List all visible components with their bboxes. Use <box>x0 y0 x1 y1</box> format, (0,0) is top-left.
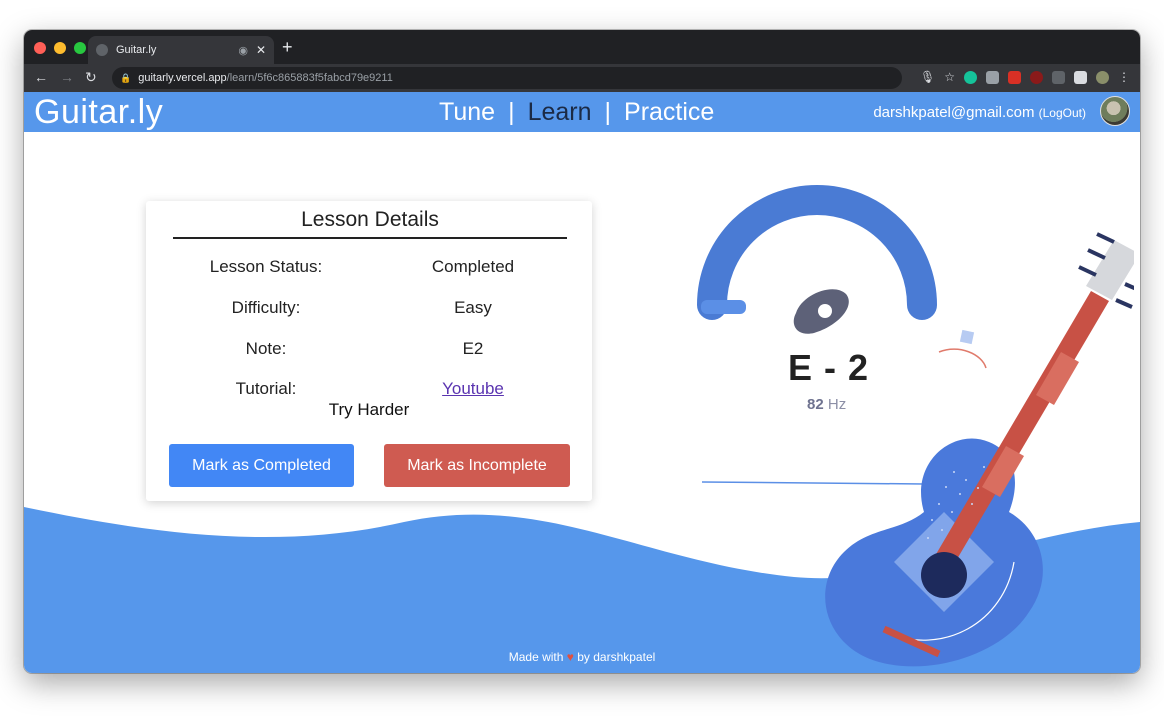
decor-square <box>959 329 975 345</box>
pick-hole-icon <box>818 304 832 318</box>
logout-link[interactable]: (LogOut) <box>1039 106 1086 120</box>
row-label: Difficulty: <box>231 298 301 317</box>
nav-practice[interactable]: Practice <box>624 97 714 127</box>
mark-incomplete-button[interactable]: Mark as Incomplete <box>384 444 570 487</box>
tp-extension-icon[interactable] <box>1008 71 1021 84</box>
footer-prefix: Made with <box>508 650 564 664</box>
avatar[interactable] <box>1100 96 1130 126</box>
card-title: Lesson Details <box>173 208 567 239</box>
row-label: Note: <box>245 339 287 358</box>
tuning-peg <box>1115 298 1133 309</box>
nav-divider: | <box>604 98 612 126</box>
tuner-note: E - 2 <box>788 347 870 388</box>
youtube-link[interactable]: Youtube <box>368 379 578 399</box>
browser-toolbar: ← → ↻ 🔒 guitarly.vercel.app/learn/5f6c86… <box>24 64 1140 92</box>
tab-strip: Guitar.ly ◉ ✕ + <box>24 30 1140 64</box>
menu-icon[interactable]: ⋮ <box>1118 71 1130 84</box>
brand-logo[interactable]: Guitar.ly <box>34 93 163 131</box>
nav-tune[interactable]: Tune <box>439 97 495 127</box>
url-path: /learn/5f6c865883f5fabcd79e9211 <box>226 72 393 84</box>
tuning-peg <box>1078 265 1097 277</box>
new-tab-button[interactable]: + <box>282 36 293 58</box>
verdict-text: Try Harder <box>328 400 410 419</box>
maximize-window-button[interactable] <box>74 42 86 54</box>
tuning-peg <box>1124 282 1134 291</box>
url-host: guitarly.vercel.app <box>138 72 227 84</box>
browser-tab[interactable]: Guitar.ly ◉ ✕ <box>88 36 274 64</box>
tuner-gauge-arc <box>697 185 937 320</box>
tuning-peg <box>1096 232 1115 244</box>
user-info: darshkpatel@gmail.com (LogOut) <box>873 104 1086 121</box>
extension-icons: 🎙 ☆ ⋮ <box>920 71 1130 84</box>
nav-learn[interactable]: Learn <box>528 97 592 127</box>
reload-icon[interactable]: ↻ <box>85 68 97 86</box>
string-line <box>701 481 925 485</box>
footer-suffix: by darshkpatel <box>577 650 656 664</box>
lesson-details-card: Lesson Details Lesson Status: Completed … <box>146 201 592 501</box>
nav-divider: | <box>508 98 515 126</box>
tab-title: Guitar.ly <box>116 44 157 56</box>
guitar-headstock <box>1086 240 1134 300</box>
tuner-illustration <box>697 185 1134 667</box>
favicon-icon <box>96 44 108 56</box>
row-value: Easy <box>454 298 492 317</box>
tuning-peg <box>1087 248 1106 260</box>
frequency-value: 82 <box>807 396 824 413</box>
row-value: E2 <box>462 339 484 358</box>
extension-box-icon[interactable] <box>986 71 999 84</box>
page: Guitar.ly Tune | Learn | Practice darshk… <box>24 92 1140 673</box>
back-icon[interactable]: ← <box>34 68 48 86</box>
heart-icon: ♥ <box>566 650 574 664</box>
browser-window: Guitar.ly ◉ ✕ + ← → ↻ 🔒 guitarly.vercel.… <box>24 30 1140 673</box>
footer: Made with ♥ by darshkpatel <box>24 650 1140 664</box>
puzzle-icon[interactable] <box>1074 71 1087 84</box>
lock-icon: 🔒 <box>120 72 132 83</box>
close-window-button[interactable] <box>34 42 46 54</box>
ublock-icon[interactable] <box>1030 71 1043 84</box>
main-nav: Tune | Learn | Practice <box>439 97 714 127</box>
user-email: darshkpatel@gmail.com <box>873 104 1035 121</box>
close-tab-icon[interactable]: ✕ <box>256 43 266 57</box>
microphone-icon[interactable]: 🎙 <box>920 71 935 84</box>
row-value: Completed <box>431 257 515 276</box>
recording-icon: ◉ <box>238 44 248 57</box>
minimize-window-button[interactable] <box>54 42 66 54</box>
address-bar[interactable]: 🔒 guitarly.vercel.app/learn/5f6c865883f5… <box>112 67 902 89</box>
window-controls <box>34 42 86 54</box>
row-label: Lesson Status: <box>209 257 323 276</box>
copy-extension-icon[interactable] <box>1052 71 1065 84</box>
grammarly-icon[interactable] <box>964 71 977 84</box>
mark-completed-button[interactable]: Mark as Completed <box>169 444 354 487</box>
forward-icon[interactable]: → <box>60 68 74 86</box>
tuner-frequency: 82 Hz <box>807 396 846 413</box>
bookmark-star-icon[interactable]: ☆ <box>944 71 955 84</box>
app-navbar: Guitar.ly Tune | Learn | Practice darshk… <box>24 92 1140 132</box>
frequency-unit: Hz <box>827 396 847 413</box>
sound-hole <box>921 552 967 598</box>
row-label: Tutorial: <box>235 379 297 398</box>
decor-curve <box>938 348 987 369</box>
profile-icon[interactable] <box>1096 71 1109 84</box>
gauge-left-tip <box>701 300 746 314</box>
